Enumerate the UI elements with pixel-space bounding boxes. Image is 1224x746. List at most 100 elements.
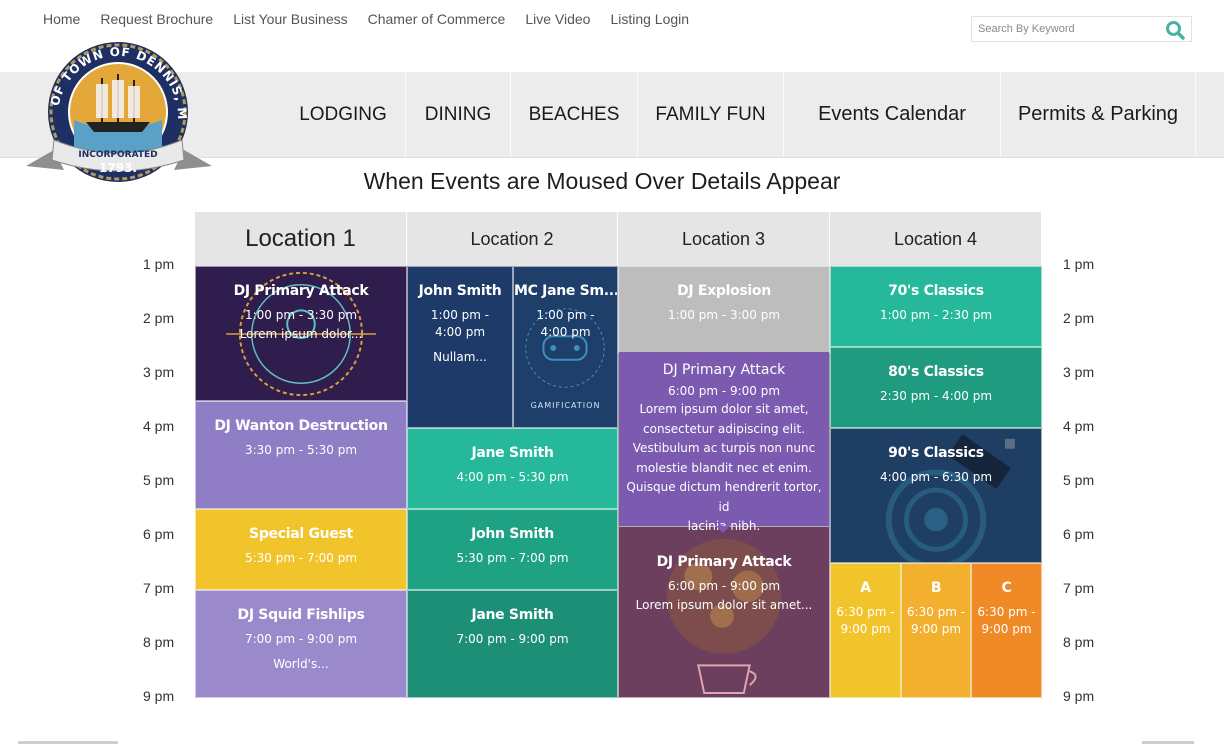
event-time: 6:00 pm - 9:00 pm (667, 579, 781, 593)
event-title: John Smith (471, 526, 554, 542)
event-title: 90's Classics (888, 445, 984, 461)
event-title: B (930, 580, 942, 596)
event-l1-special-guest[interactable]: Special Guest 5:30 pm - 7:00 pm (195, 509, 407, 590)
main-nav: LODGING DINING BEACHES FAMILY FUN Events… (281, 72, 1196, 157)
tooltip-title: DJ Primary Attack (662, 362, 786, 378)
event-title: Special Guest (249, 526, 353, 542)
event-l1-dj-squid-fishlips[interactable]: DJ Squid Fishlips 7:00 pm - 9:00 pm Worl… (195, 590, 407, 698)
top-nav-chamber-of-commerce-link[interactable]: Chamer of Commerce (368, 11, 506, 27)
event-l1-dj-primary-attack[interactable]: DJ Primary Attack 1:00 pm - 3:30 pm Lore… (195, 266, 407, 401)
event-l3-dj-explosion[interactable]: DJ Explosion 1:00 pm - 3:00 pm (618, 266, 830, 353)
scroll-hint-left (18, 741, 118, 744)
search-box (971, 16, 1192, 42)
event-l4-b[interactable]: B 6:30 pm - 9:00 pm (901, 563, 971, 698)
event-description: World's... (273, 657, 329, 671)
main-nav-permits-parking[interactable]: Permits & Parking (1001, 72, 1196, 157)
town-seal-logo[interactable]: SEAL OF TOWN OF DENNIS, MASS INCORPORATE… (24, 38, 214, 186)
time-label: 2 pm (143, 310, 175, 326)
event-time: 3:30 pm - 5:30 pm (244, 443, 358, 457)
top-nav-home-link[interactable]: Home (43, 11, 80, 27)
main-nav-events-calendar[interactable]: Events Calendar (784, 72, 1001, 157)
event-l4-90s-classics[interactable]: 90's Classics 4:00 pm - 6:30 pm (830, 428, 1042, 563)
event-time: 1:00 pm - 3:30 pm (244, 308, 358, 322)
time-label: 7 pm (143, 580, 175, 596)
top-nav-list-your-business-link[interactable]: List Your Business (233, 11, 347, 27)
tooltip-line: molestie blandit nec et enim. (636, 460, 812, 475)
event-title: DJ Primary Attack (233, 283, 369, 299)
gamification-art-label: GAMIFICATION (530, 401, 601, 410)
scroll-hint-right (1142, 741, 1194, 744)
event-time: 6:30 pm - 9:00 pm (977, 605, 1036, 636)
event-time: 4:00 pm - 6:30 pm (879, 470, 993, 484)
tooltip-arrow (716, 526, 730, 533)
time-label: 4 pm (143, 418, 175, 434)
time-label: 1 pm (143, 256, 175, 272)
event-title: MC Jane Sm... (514, 283, 618, 299)
event-title: 80's Classics (888, 364, 984, 380)
event-l2-jane-smith[interactable]: Jane Smith 4:00 pm - 5:30 pm (407, 428, 618, 509)
event-description: Lorem ipsum dolor sit amet... (635, 598, 813, 612)
top-nav-listing-login-link[interactable]: Listing Login (610, 11, 689, 27)
location-header-4: Location 4 (830, 212, 1042, 266)
event-l4-70s-classics[interactable]: 70's Classics 1:00 pm - 2:30 pm (830, 266, 1042, 347)
event-l4-c[interactable]: C 6:30 pm - 9:00 pm (971, 563, 1042, 698)
main-nav-lodging[interactable]: LODGING (281, 72, 406, 157)
event-time: 5:30 pm - 7:00 pm (244, 551, 358, 565)
main-nav-beaches[interactable]: BEACHES (511, 72, 638, 157)
main-nav-family-fun[interactable]: FAMILY FUN (638, 72, 784, 157)
location-header-2: Location 2 (407, 212, 618, 266)
event-time: 1:00 pm - 3:00 pm (667, 308, 781, 322)
main-nav-dining[interactable]: DINING (406, 72, 511, 157)
event-title: Jane Smith (471, 445, 554, 461)
seal-ribbon-text: INCORPORATED (78, 150, 157, 160)
event-hover-tooltip: DJ Primary Attack 6:00 pm - 9:00 pm Lore… (619, 352, 829, 533)
event-title: DJ Primary Attack (656, 554, 792, 570)
event-l2-john-smith-evening[interactable]: John Smith 5:30 pm - 7:00 pm (407, 509, 618, 590)
tooltip-line: consectetur adipiscing elit. (643, 421, 805, 436)
time-label: 3 pm (1063, 364, 1095, 380)
event-title: C (1001, 580, 1012, 596)
event-time: 1:00 pm - 2:30 pm (879, 308, 993, 322)
event-time: 5:30 pm - 7:00 pm (456, 551, 569, 565)
time-label: 9 pm (1063, 688, 1095, 704)
event-title: DJ Wanton Destruction (214, 418, 388, 434)
event-l2-mc-jane-smith[interactable]: MC Jane Sm... 1:00 pm - 4:00 pm GAMIFICA… (513, 266, 618, 428)
event-time: 7:00 pm - 9:00 pm (456, 632, 569, 646)
event-l4-a[interactable]: A 6:30 pm - 9:00 pm (830, 563, 901, 698)
top-nav-request-brochure-link[interactable]: Request Brochure (100, 11, 213, 27)
event-time: 6:30 pm - 9:00 pm (836, 605, 895, 636)
event-l1-dj-wanton-destruction[interactable]: DJ Wanton Destruction 3:30 pm - 5:30 pm (195, 401, 407, 509)
top-nav-live-video-link[interactable]: Live Video (525, 11, 590, 27)
event-description: Nullam... (433, 350, 487, 364)
event-l2-jane-smith-evening[interactable]: Jane Smith 7:00 pm - 9:00 pm (407, 590, 618, 698)
tooltip-line: Vestibulum ac turpis non nunc (632, 441, 816, 455)
event-l3-dj-primary-attack[interactable]: DJ Primary Attack 6:00 pm - 9:00 pm Lore… (618, 526, 830, 698)
tooltip-time: 6:00 pm - 9:00 pm (667, 384, 781, 398)
search-icon[interactable] (1165, 20, 1185, 40)
event-title: DJ Squid Fishlips (237, 607, 365, 623)
location-header-1: Location 1 (195, 212, 407, 266)
tooltip-line: Lorem ipsum dolor sit amet, (639, 402, 809, 416)
time-label: 1 pm (1063, 256, 1095, 272)
event-title: Jane Smith (471, 607, 554, 623)
time-label: 4 pm (1063, 418, 1095, 434)
event-title: DJ Explosion (677, 283, 771, 299)
time-label: 8 pm (143, 634, 175, 650)
event-title: John Smith (418, 283, 502, 299)
event-l4-80s-classics[interactable]: 80's Classics 2:30 pm - 4:00 pm (830, 347, 1042, 428)
location-header-3: Location 3 (618, 212, 830, 266)
search-input[interactable] (972, 17, 1158, 41)
event-time: 6:30 pm - 9:00 pm (906, 605, 966, 636)
time-label: 7 pm (1063, 580, 1095, 596)
tooltip-description: Lorem ipsum dolor sit amet, consectetur … (619, 400, 829, 537)
event-time: 4:00 pm - 5:30 pm (456, 470, 569, 484)
event-description: Lorem ipsum dolor... (239, 327, 363, 341)
event-time: 1:00 pm - 4:00 pm (430, 308, 490, 339)
time-label: 6 pm (1063, 526, 1095, 542)
time-label: 3 pm (143, 364, 175, 380)
time-label: 6 pm (143, 526, 175, 542)
tooltip-line: Quisque dictum hendrerit tortor, id (626, 480, 822, 514)
event-title: A (860, 580, 871, 596)
time-label: 8 pm (1063, 634, 1095, 650)
event-l2-john-smith[interactable]: John Smith 1:00 pm - 4:00 pm Nullam... (407, 266, 513, 428)
